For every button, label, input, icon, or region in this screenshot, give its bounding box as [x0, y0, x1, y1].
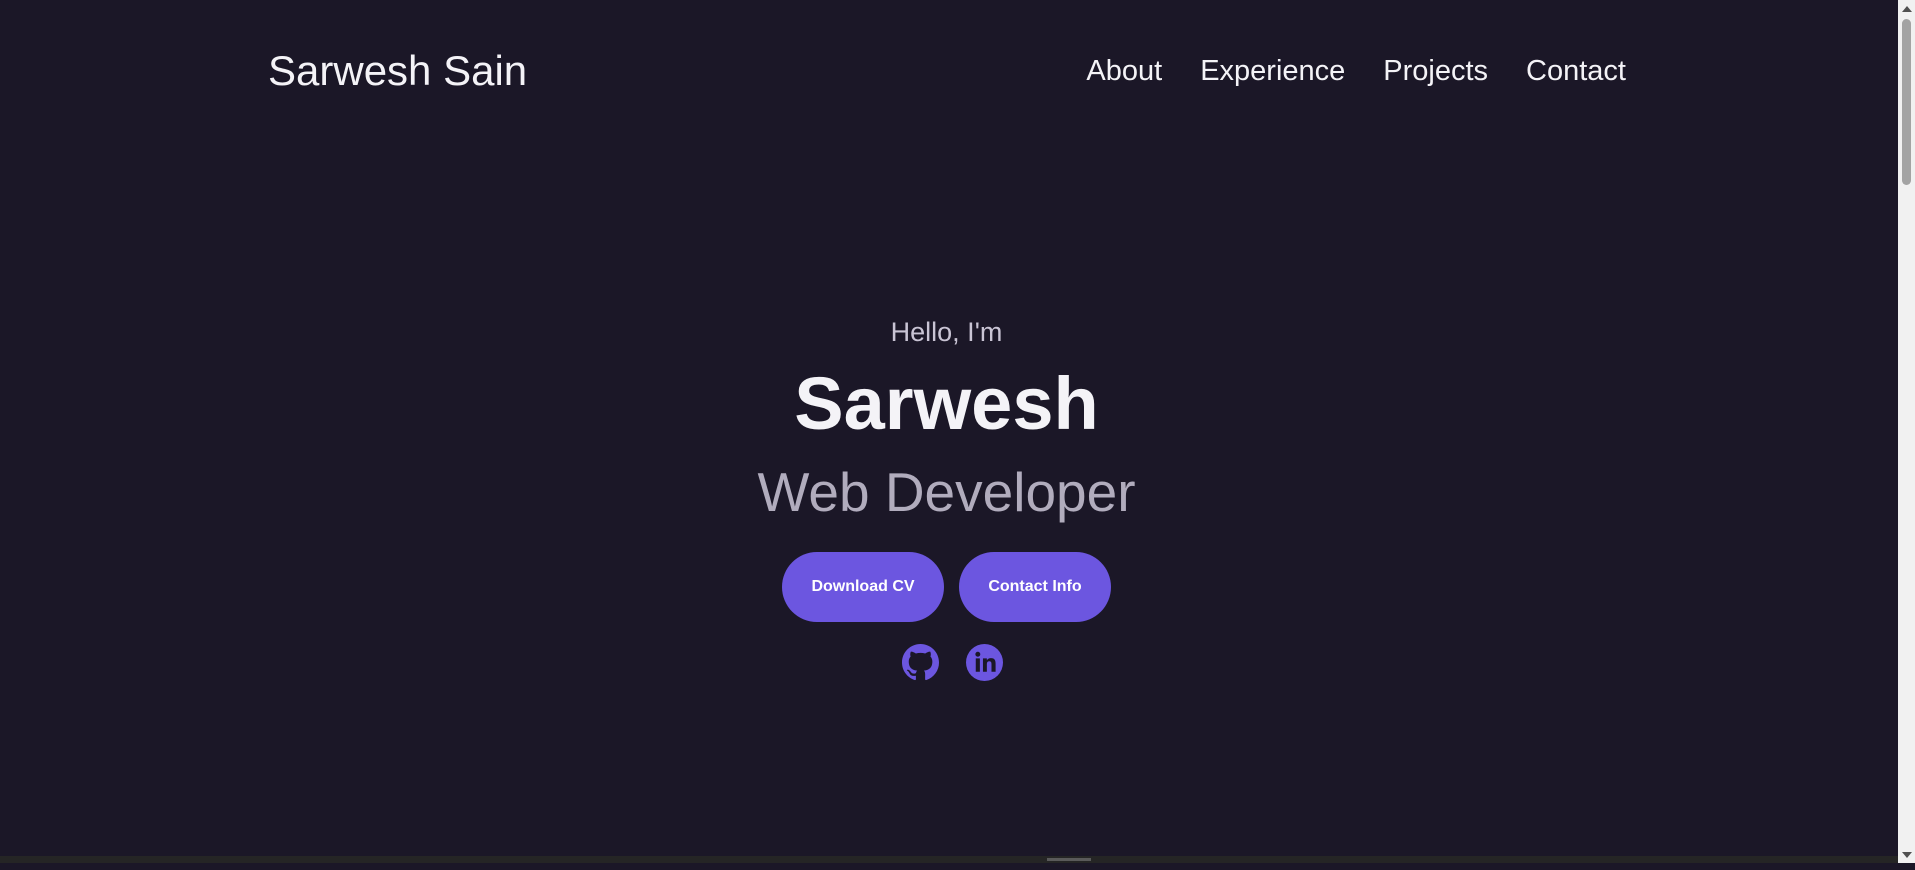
contact-info-button[interactable]: Contact Info: [959, 552, 1111, 622]
arrow-up-icon: [1901, 5, 1912, 12]
hero-role: Web Developer: [757, 461, 1136, 523]
github-link[interactable]: [902, 644, 939, 681]
scroll-up-button[interactable]: [1898, 0, 1915, 17]
scroll-thumb[interactable]: [1902, 19, 1911, 185]
linkedin-icon: [966, 644, 1003, 681]
download-cv-button[interactable]: Download CV: [782, 552, 944, 622]
scroll-down-button[interactable]: [1898, 846, 1915, 863]
arrow-down-icon: [1901, 851, 1912, 858]
hero-name: Sarwesh: [794, 362, 1099, 445]
hero-greeting: Hello, I'm: [890, 317, 1003, 347]
vertical-scrollbar[interactable]: [1898, 0, 1915, 863]
github-icon: [902, 644, 939, 681]
hero-section: Hello, I'm Sarwesh Web Developer Downloa…: [0, 0, 1898, 863]
viewport: Sarwesh Sain About Experience Projects C…: [0, 0, 1898, 863]
social-links: [902, 644, 1003, 681]
hero-buttons: Download CV Contact Info: [782, 552, 1111, 622]
page: Sarwesh Sain About Experience Projects C…: [0, 0, 1915, 870]
horizontal-scrollbar[interactable]: [0, 856, 1898, 863]
linkedin-link[interactable]: [966, 644, 1003, 681]
horizontal-scroll-thumb[interactable]: [1047, 858, 1091, 861]
